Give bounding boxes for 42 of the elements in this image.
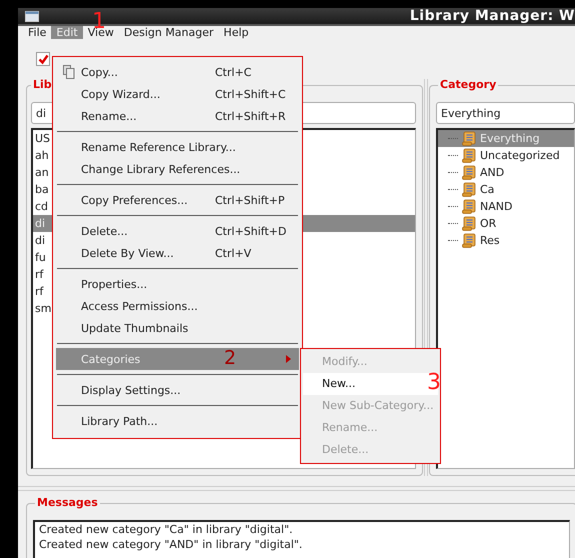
step-number: 2	[224, 349, 236, 368]
menu-entry[interactable]: Change Library References...	[56, 158, 299, 180]
category-item[interactable]: OR	[438, 215, 574, 232]
panel-title: Category	[438, 78, 498, 91]
scroll-icon	[462, 216, 476, 231]
menu-item[interactable]: Design Manager	[118, 26, 219, 39]
menu-item[interactable]: File	[23, 26, 52, 39]
copy-icon	[62, 65, 74, 79]
scroll-icon	[462, 148, 476, 163]
category-item[interactable]: Res	[438, 232, 574, 249]
scroll-icon	[462, 165, 476, 180]
message-line: Created new category "Ca" in library "digital".	[39, 522, 294, 537]
menu-entry[interactable]: Update Thumbnails	[56, 317, 299, 339]
menu-entry[interactable]: Delete By View... Ctrl+V	[56, 242, 299, 264]
menu-entry[interactable]: Copy Preferences... Ctrl+Shift+P	[56, 189, 299, 211]
checkbox[interactable]	[36, 52, 50, 66]
category-item[interactable]: AND	[438, 164, 574, 181]
window-icon	[25, 10, 39, 22]
menu-entry[interactable]: Display Settings...	[56, 379, 299, 401]
menu-entry[interactable]: Copy... Ctrl+C	[56, 61, 299, 83]
menu-entry[interactable]: Rename Reference Library...	[56, 136, 299, 158]
submenu-arrow-icon	[286, 355, 291, 363]
scroll-icon	[462, 199, 476, 214]
scroll-icon	[462, 182, 476, 197]
window-title: Library Manager: W	[410, 8, 575, 24]
message-line: Created new category "AND" in library "digital".	[39, 537, 304, 552]
menu-entry[interactable]: Copy Wizard... Ctrl+Shift+C	[56, 83, 299, 105]
category-item[interactable]: Ca	[438, 181, 574, 198]
menu-item[interactable]: Help	[218, 26, 254, 39]
scroll-icon	[462, 233, 476, 248]
panel-title: Messages	[35, 496, 100, 509]
category-item[interactable]: NAND	[438, 198, 574, 215]
menu-entry[interactable]: Delete... Ctrl+Shift+D	[56, 220, 299, 242]
scroll-icon	[462, 131, 476, 146]
category-item[interactable]: Uncategorized	[438, 147, 574, 164]
category-field[interactable]: Everything	[436, 102, 575, 124]
step-number: 3	[427, 372, 441, 394]
menu-entry[interactable]: Library Path...	[56, 410, 299, 432]
panel-title: Lib	[31, 78, 54, 91]
menu-entry[interactable]: Rename... Ctrl+Shift+R	[56, 105, 299, 127]
menu-entry[interactable]: Access Permissions...	[56, 295, 299, 317]
menu-entry[interactable]: Properties...	[56, 273, 299, 295]
